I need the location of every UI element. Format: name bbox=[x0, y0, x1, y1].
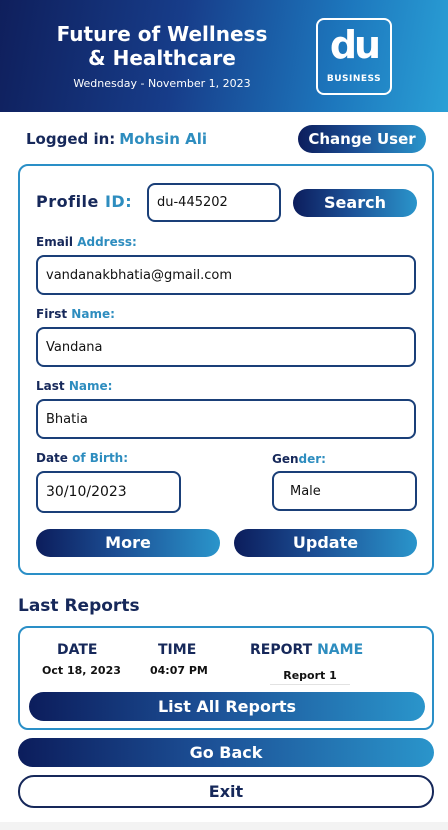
exit-button[interactable]: Exit bbox=[18, 775, 434, 808]
profile-form-card: Profile ID: Search Email Address: First … bbox=[18, 164, 434, 575]
app-header: Future of Wellness & Healthcare Wednesda… bbox=[0, 0, 448, 112]
profile-id-input[interactable] bbox=[147, 183, 281, 222]
header-date: Wednesday - November 1, 2023 bbox=[73, 77, 251, 90]
logo-mark: du bbox=[329, 23, 381, 67]
column-header-report-name-part1: REPORT bbox=[250, 642, 313, 658]
report-name: Report 1 bbox=[270, 669, 350, 685]
reports-card: DATE TIME REPORT NAME Oct 18, 2023 04:07… bbox=[18, 626, 434, 730]
column-header-report-name-part2: NAME bbox=[317, 642, 364, 658]
last-name-label-part2: Name: bbox=[68, 379, 113, 393]
first-name-label-part1: First bbox=[36, 307, 68, 321]
bottom-edge bbox=[0, 822, 448, 830]
dob-field[interactable] bbox=[36, 471, 181, 513]
update-button[interactable]: Update bbox=[234, 529, 417, 557]
more-button[interactable]: More bbox=[36, 529, 220, 557]
list-all-reports-button[interactable]: List All Reports bbox=[29, 692, 425, 721]
dob-label: Date of Birth: bbox=[36, 451, 128, 465]
report-time: 04:07 PM bbox=[150, 664, 208, 677]
gender-label: Gender: bbox=[272, 452, 326, 466]
email-label-part1: Email bbox=[36, 235, 74, 249]
logged-in-user: Mohsin Ali bbox=[119, 130, 208, 148]
report-date: Oct 18, 2023 bbox=[42, 664, 121, 677]
email-label: Email Address: bbox=[36, 235, 137, 249]
column-header-time: TIME bbox=[158, 642, 197, 658]
logged-in-status: Logged in: Mohsin Ali bbox=[26, 130, 207, 148]
gender-label-part1: Gen bbox=[272, 452, 299, 466]
profile-id-label-part2: ID: bbox=[104, 192, 133, 211]
last-reports-title: Last Reports bbox=[18, 596, 140, 616]
first-name-label: First Name: bbox=[36, 307, 115, 321]
profile-id-label: Profile ID: bbox=[36, 192, 132, 211]
dob-label-part2: of Birth: bbox=[72, 451, 129, 465]
last-name-label: Last Name: bbox=[36, 379, 112, 393]
last-name-label-part1: Last bbox=[36, 379, 65, 393]
du-business-logo: du BUSINESS bbox=[316, 18, 392, 95]
logo-subtitle: BUSINESS bbox=[326, 74, 382, 84]
first-name-label-part2: Name: bbox=[71, 307, 115, 321]
dob-label-part1: Date bbox=[36, 451, 68, 465]
change-user-button[interactable]: Change User bbox=[298, 125, 426, 153]
last-name-field[interactable] bbox=[36, 399, 416, 439]
go-back-button[interactable]: Go Back bbox=[18, 738, 434, 767]
column-header-date: DATE bbox=[57, 642, 98, 658]
column-header-report-name: REPORT NAME bbox=[250, 642, 363, 658]
email-label-part2: Address: bbox=[77, 235, 137, 249]
profile-id-label-part1: Profile bbox=[36, 192, 99, 211]
app-title-line2: & Healthcare bbox=[88, 46, 236, 70]
app-title-line1: Future of Wellness bbox=[56, 22, 268, 46]
search-button[interactable]: Search bbox=[293, 189, 417, 217]
gender-field[interactable] bbox=[272, 471, 417, 511]
logged-in-label: Logged in: bbox=[26, 130, 116, 148]
app-title: Future of Wellness & Healthcare bbox=[42, 22, 282, 70]
gender-label-part2: der: bbox=[298, 452, 326, 466]
email-field[interactable] bbox=[36, 255, 416, 295]
first-name-field[interactable] bbox=[36, 327, 416, 367]
